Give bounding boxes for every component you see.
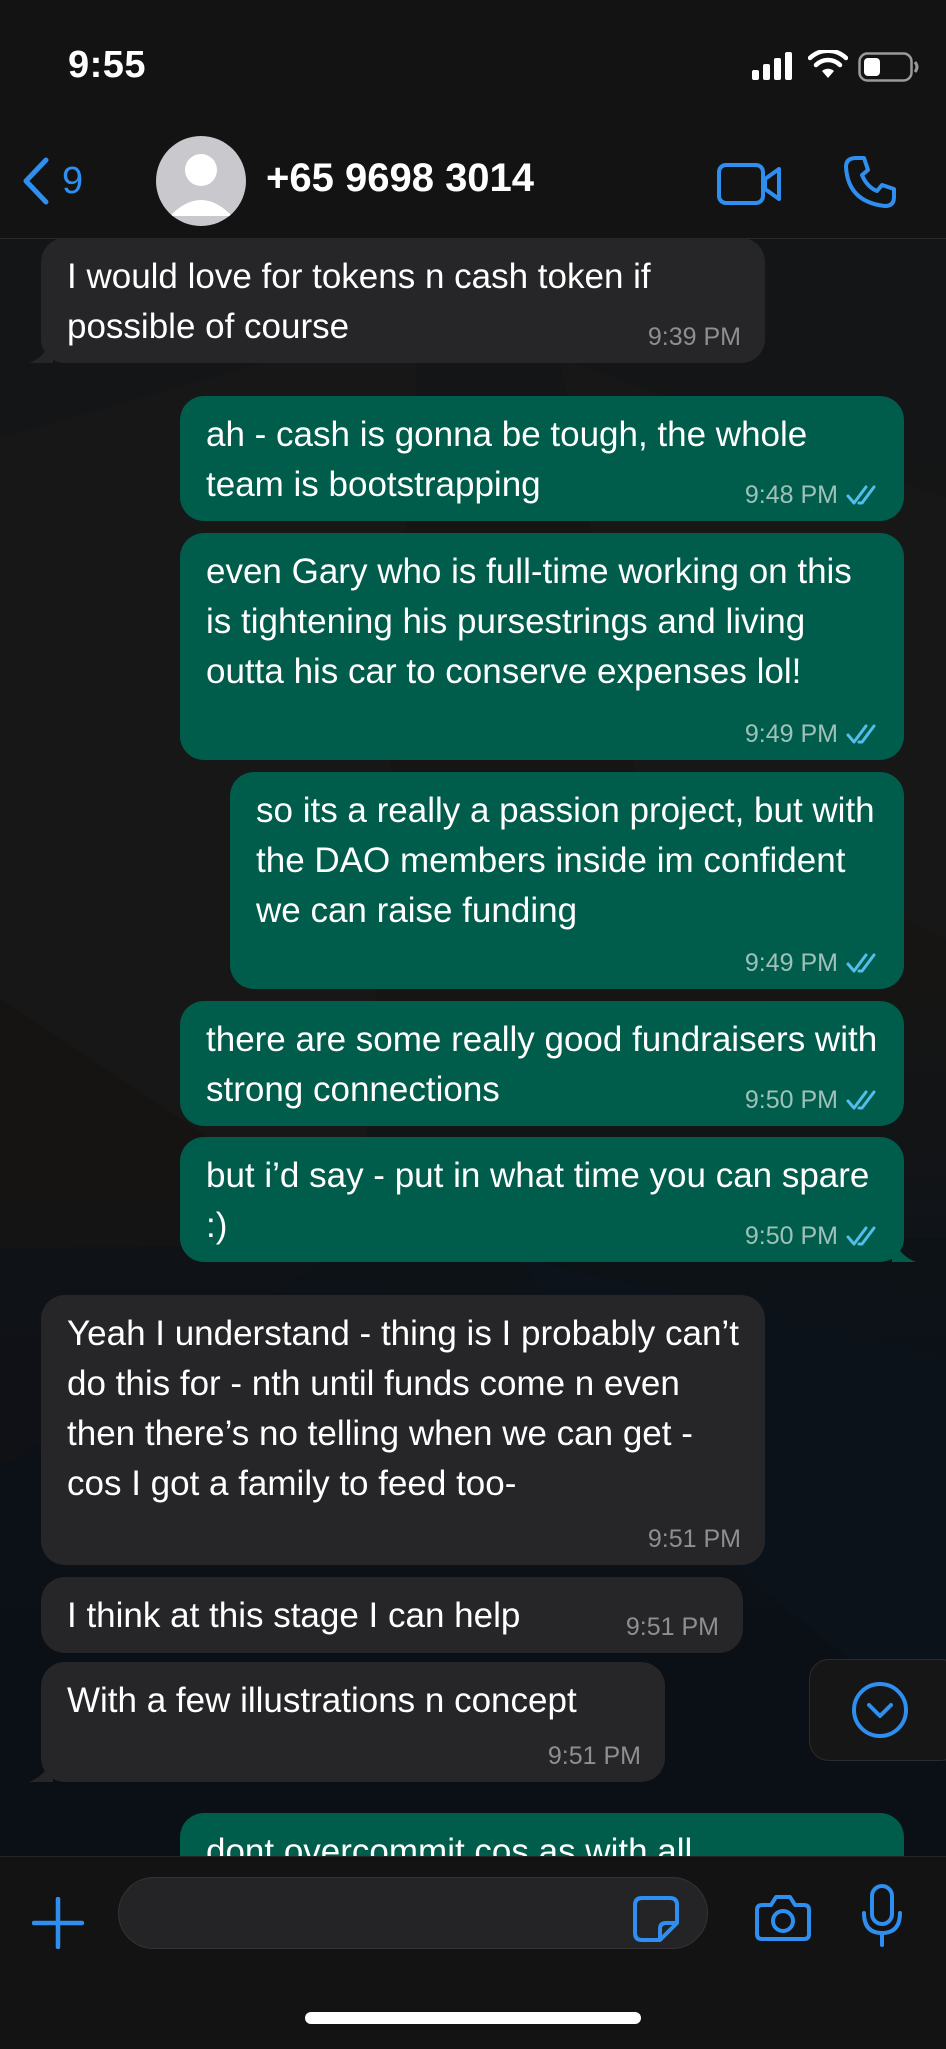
- double-check-icon: [846, 1090, 876, 1110]
- message-outgoing[interactable]: so its a really a passion project, but w…: [230, 772, 904, 989]
- scroll-to-bottom-button[interactable]: [809, 1659, 946, 1761]
- bubble-tail: [29, 1758, 53, 1782]
- status-bar: 9:55: [0, 0, 946, 130]
- chat-header: 9 +65 9698 3014: [0, 130, 946, 239]
- message-time: 9:50 PM: [744, 1222, 838, 1250]
- message-text: I think at this stage I can help: [67, 1596, 521, 1635]
- microphone-button[interactable]: [860, 1883, 904, 1954]
- unread-count: 9: [62, 159, 84, 202]
- back-chevron-icon: [23, 157, 49, 205]
- phone-call-icon: [844, 156, 896, 208]
- message-time: 9:51 PM: [547, 1742, 641, 1770]
- double-check-icon: [846, 953, 876, 973]
- voice-call-button[interactable]: [842, 154, 898, 215]
- message-text: Yeah I understand - thing is I probably …: [67, 1314, 739, 1503]
- sticker-icon: [633, 1896, 679, 1942]
- message-text: even Gary who is full-time working on th…: [206, 552, 852, 691]
- message-outgoing[interactable]: but i’d say - put in what time you can s…: [180, 1137, 916, 1262]
- wifi-icon: [807, 48, 849, 85]
- message-time: 9:50 PM: [744, 1086, 838, 1114]
- double-check-icon: [846, 1226, 876, 1246]
- message-input[interactable]: [118, 1877, 708, 1949]
- message-incoming[interactable]: I think at this stage I can help 9:51 PM: [41, 1577, 743, 1653]
- message-incoming[interactable]: I would love for tokens n cash token if …: [29, 238, 765, 363]
- message-time: 9:49 PM: [744, 720, 838, 748]
- camera-icon: [755, 1895, 811, 1941]
- contact-name[interactable]: +65 9698 3014: [266, 156, 534, 201]
- message-text: With a few illustrations n concept: [67, 1681, 577, 1720]
- message-text: so its a really a passion project, but w…: [256, 791, 875, 930]
- double-check-icon: [846, 485, 876, 505]
- avatar-icon: [170, 154, 232, 216]
- sticker-button[interactable]: [632, 1895, 680, 1948]
- camera-button[interactable]: [754, 1893, 812, 1948]
- attach-button[interactable]: [31, 1896, 85, 1954]
- message-outgoing[interactable]: even Gary who is full-time working on th…: [180, 533, 904, 760]
- message-incoming[interactable]: Yeah I understand - thing is I probably …: [41, 1295, 765, 1565]
- plus-icon: [31, 1896, 85, 1950]
- video-call-icon: [717, 163, 781, 205]
- message-time: 9:48 PM: [744, 481, 838, 509]
- message-time: 9:51 PM: [647, 1525, 741, 1553]
- message-time: 9:51 PM: [625, 1613, 719, 1641]
- message-time: 9:49 PM: [744, 949, 838, 977]
- message-time: 9:39 PM: [647, 323, 741, 351]
- scroll-down-icon: [852, 1682, 908, 1738]
- video-call-button[interactable]: [716, 160, 782, 213]
- double-check-icon: [846, 724, 876, 744]
- avatar[interactable]: [156, 136, 246, 226]
- message-outgoing[interactable]: there are some really good fundraisers w…: [180, 1001, 904, 1126]
- bubble-tail: [29, 339, 53, 363]
- message-text: I would love for tokens n cash token if …: [67, 257, 651, 346]
- home-indicator[interactable]: [305, 2012, 641, 2024]
- battery-icon: [858, 52, 920, 87]
- message-incoming[interactable]: With a few illustrations n concept 9:51 …: [29, 1662, 665, 1782]
- microphone-icon: [862, 1884, 902, 1947]
- cellular-signal-icon: [752, 52, 796, 85]
- back-button[interactable]: 9: [20, 156, 83, 206]
- status-time: 9:55: [68, 44, 147, 86]
- bubble-tail: [892, 1238, 916, 1262]
- message-outgoing[interactable]: ah - cash is gonna be tough, the whole t…: [180, 396, 904, 521]
